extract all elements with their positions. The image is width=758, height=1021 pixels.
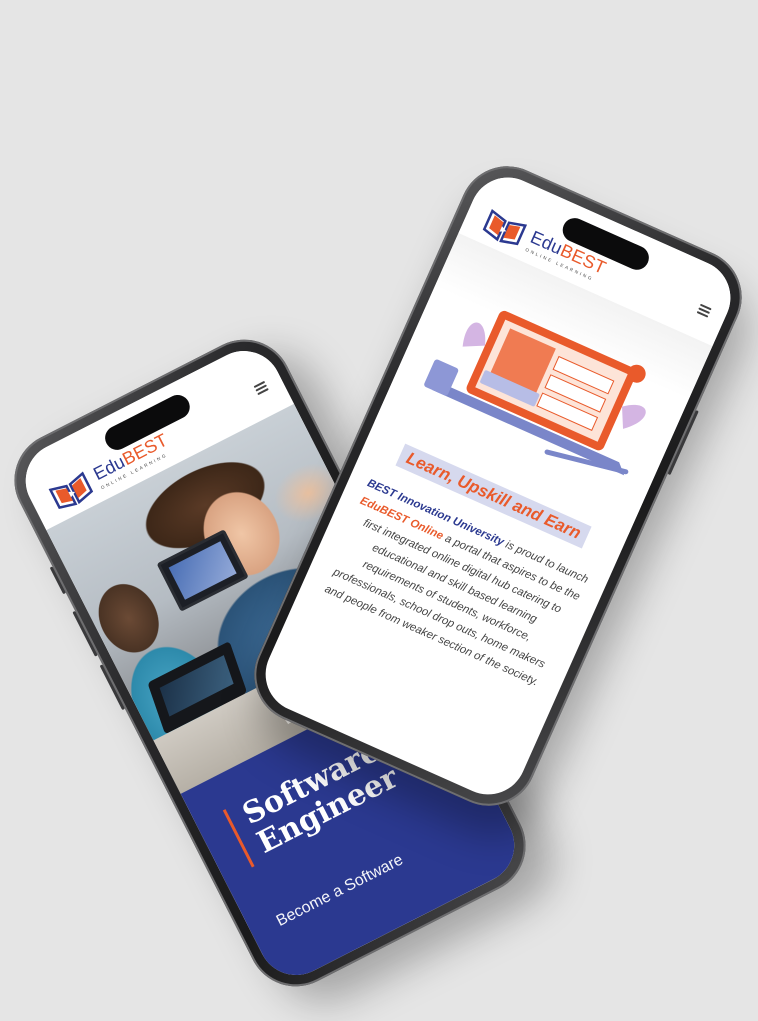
open-book-logo-icon xyxy=(482,208,528,246)
course-subtitle: Become a Software xyxy=(273,851,406,930)
phone-action-button xyxy=(49,566,66,595)
intro-paragraph: BEST Innovation University is proud to l… xyxy=(317,474,592,694)
intro-text-2: a portal that aspires to be the first in… xyxy=(322,517,582,689)
mockup-stage: EduBEST ONLINE LEARNING Software Enginee… xyxy=(0,0,758,1021)
hamburger-menu-icon[interactable] xyxy=(253,380,269,396)
monitor-image xyxy=(156,529,250,612)
hamburger-menu-icon[interactable] xyxy=(696,303,712,318)
